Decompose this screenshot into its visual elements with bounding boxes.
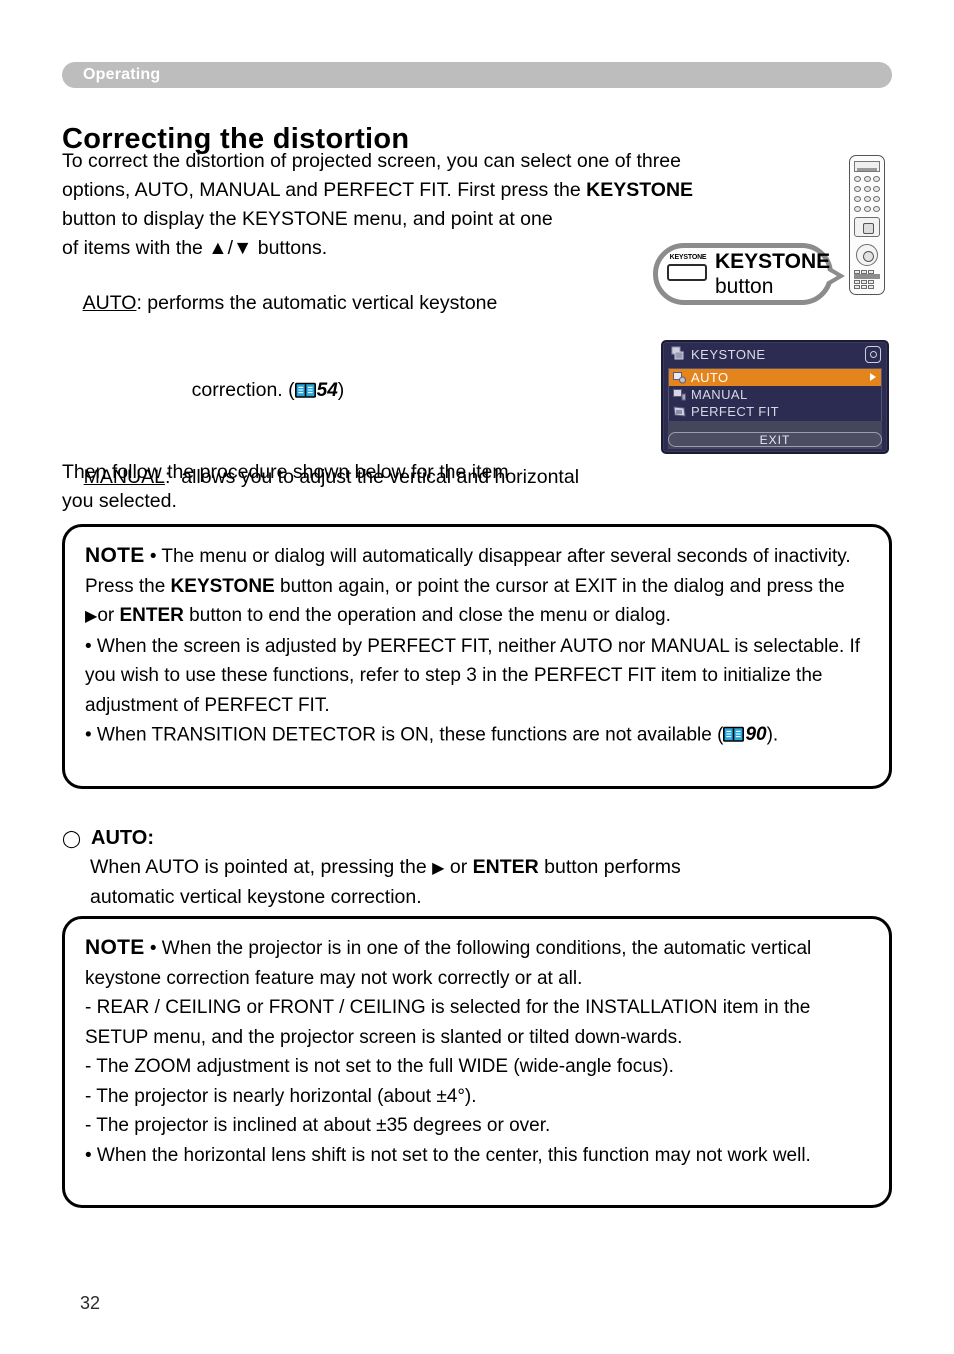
auto-line1-bold: ENTER [472,856,539,878]
note1-b3-part2: ). [766,724,779,746]
keystone-button-cap-label: KEYSTONE [669,254,707,261]
note1-bullet-1: NOTE • The menu or dialog will automatic… [85,541,871,632]
definition-sep-auto: : [136,292,148,314]
osd-item-auto[interactable]: AUTO [669,369,881,386]
chevron-right-icon [870,373,876,381]
keystone-button-callout: KEYSTONE KEYSTONE button [653,243,845,305]
page-ref-54: 54 [294,376,338,405]
definition-auto: AUTO: performs the automatic vertical ke… [62,260,682,347]
keystone-button-shape [667,264,707,281]
definition-auto-line2-suffix: ) [337,379,345,401]
remote-button-row-3 [854,196,880,202]
callout-title: KEYSTONE [715,250,831,273]
auto-item-icon [673,371,686,384]
section-header-bar: Operating [62,62,892,88]
right-arrow-icon: ▶ [432,860,445,877]
intro-line-2-text: options, AUTO, MANUAL and PERFECT FIT. F… [62,179,587,201]
close-icon[interactable] [865,346,881,363]
auto-section-heading: ◯ AUTO: [62,824,892,853]
page-number: 32 [80,1293,101,1313]
osd-title-bar: KEYSTONE [663,342,887,367]
section-header-label: Operating [83,66,161,83]
auto-line1-part1: When AUTO is pointed at, pressing the [90,856,433,878]
note2-bullet-1: NOTE • When the projector is in one of t… [85,933,871,993]
perfect-fit-item-icon [673,405,686,418]
note1-bullet-2: • When the screen is adjusted by PERFECT… [85,635,861,716]
note1-b1-part2: button again, or point the cursor at EXI… [274,575,845,597]
keystone-menu-icon [671,346,685,363]
remote-button-row-2 [854,186,880,192]
definition-term-auto: AUTO [82,292,137,314]
note-box-2: NOTE • When the projector is in one of t… [62,916,892,1208]
manual-item-icon [673,388,686,401]
then-follow-line-1: Then follow the procedure shown below fo… [62,461,509,483]
note1-label: NOTE [85,544,145,567]
remote-control-illustration [849,155,885,295]
note2-bullet-2: • When the horizontal lens shift is not … [85,1144,811,1166]
auto-heading-label: AUTO: [91,827,154,849]
auto-body-line-2: automatic vertical keystone correction. [90,886,422,908]
note2-condition-3: - The projector is nearly horizontal (ab… [85,1085,477,1107]
osd-item-perfect-fit-label: PERFECT FIT [691,404,779,419]
definition-auto-line2: correction. ( 54) [62,347,682,434]
auto-section: ◯ AUTO: When AUTO is pointed at, pressin… [62,824,892,912]
book-icon [294,382,316,398]
auto-section-body: When AUTO is pointed at, pressing the ▶ … [62,853,892,912]
right-arrow-icon: ▶ [85,608,98,625]
remote-lower-button-block [854,270,880,290]
intro-line-3: button to display the KEYSTONE menu, and… [62,208,553,230]
osd-item-manual[interactable]: MANUAL [669,386,881,403]
osd-exit-button[interactable]: EXIT [668,432,882,447]
note-box-1: NOTE • The menu or dialog will automatic… [62,524,892,789]
callout-subtitle: button [715,275,774,298]
keystone-bold: KEYSTONE [586,179,694,201]
book-icon [723,726,745,743]
note1-b3-part1: • When TRANSITION DETECTOR is ON, these … [85,724,724,746]
page-ref-number: 90 [745,724,767,745]
note1-b1-part4: button to end the operation and close th… [183,605,671,626]
bullet-circle-icon: ◯ [62,829,82,848]
remote-button-row-4 [854,206,880,212]
note1-b1-part3: or [97,605,120,626]
osd-item-manual-label: MANUAL [691,387,748,402]
note1-b1-bold2: ENTER [119,605,184,626]
then-follow-paragraph: Then follow the procedure shown below fo… [62,458,652,516]
auto-line1-part2: or [444,856,473,878]
note1-bullet-3: • When TRANSITION DETECTOR is ON, these … [85,720,871,750]
intro-line-1: To correct the distortion of projected s… [62,150,681,172]
remote-keystone-button-highlight [854,274,880,279]
osd-title-label: KEYSTONE [691,347,766,362]
osd-item-perfect-fit[interactable]: PERFECT FIT [669,403,881,420]
remote-display-area [854,161,880,172]
remote-navigation-ring [856,244,878,266]
note1-b1-bold1: KEYSTONE [170,575,275,597]
note2-label: NOTE [85,936,145,959]
note2-condition-2: - The ZOOM adjustment is not set to the … [85,1056,674,1077]
then-follow-line-2: you selected. [62,490,177,512]
osd-item-auto-label: AUTO [691,370,729,385]
auto-body-line-1: When AUTO is pointed at, pressing the ▶ … [90,853,892,883]
auto-line1-part3: button performs [538,856,681,878]
keystone-button-glyph: KEYSTONE [667,254,709,281]
callout-text: KEYSTONE button [715,249,830,299]
osd-exit-label: EXIT [759,432,791,447]
osd-keystone-menu: KEYSTONE AUTO MANUAL PERFECT FIT ▽ EXIT [661,340,889,454]
intro-line-2: options, AUTO, MANUAL and PERFECT FIT. F… [62,176,762,205]
note2-condition-4: - The projector is inclined at about ±35… [85,1115,551,1136]
definition-auto-line2-prefix: correction. ( [191,379,295,401]
remote-cursor-pad [854,217,880,237]
definition-auto-line1: performs the automatic vertical keystone [147,292,498,314]
note2-condition-1: - REAR / CEILING or FRONT / CEILING is s… [85,997,811,1048]
note2-b1-text: • When the projector is in one of the fo… [85,938,812,989]
page-ref-number: 54 [316,380,338,401]
remote-button-row-1 [854,176,880,182]
page-ref-90: 90 [723,720,767,750]
